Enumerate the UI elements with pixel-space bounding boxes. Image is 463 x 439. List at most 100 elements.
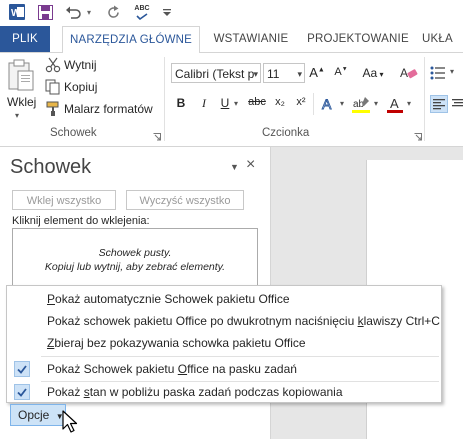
save-icon[interactable]	[36, 4, 54, 20]
font-size-value: 11	[267, 67, 280, 81]
font-group-label: Czcionka	[262, 127, 310, 139]
subscript-button[interactable]: x₂	[272, 96, 288, 108]
menu-item-label: Pokaż automatycznie Schowek pakietu Offi…	[47, 288, 290, 310]
format-painter-button[interactable]: Malarz formatów	[64, 102, 153, 116]
menu-hotkey: P	[47, 292, 56, 306]
font-name-value: Calibri (Tekst p	[175, 67, 255, 81]
shrink-font-glyph: A	[334, 66, 342, 78]
bullets-dropdown-icon[interactable]: ▾	[450, 67, 454, 76]
bold-button[interactable]: B	[173, 96, 189, 110]
menu-text: Pokaż Schowek pakietu	[47, 362, 178, 376]
font-color-dropdown-icon[interactable]: ▾	[407, 99, 411, 108]
menu-text: tan w pobliżu paska zadań podczas kopiow…	[89, 385, 343, 399]
svg-text:W: W	[11, 8, 21, 19]
copy-icon[interactable]	[45, 79, 61, 95]
options-menu: Pokaż automatycznie Schowek pakietu Offi…	[6, 285, 442, 403]
menu-text: lawiszy Ctrl+C	[363, 314, 440, 328]
menu-item-collect-without-showing[interactable]: Zbieraj bez pokazywania schowka pakietu …	[7, 332, 441, 354]
customize-qat-icon[interactable]	[160, 4, 174, 20]
menu-text: okaż automatycznie Schowek pakietu Offic…	[55, 292, 290, 306]
paste-icon[interactable]	[6, 59, 40, 95]
ribbon-tabs: PLIK NARZĘDZIA GŁÓWNE WSTAWIANIE PROJEKT…	[0, 26, 463, 54]
menu-text: Pokaż	[47, 385, 84, 399]
grow-font-glyph: A	[309, 65, 318, 80]
menu-item-label: Zbieraj bez pokazywania schowka pakietu …	[47, 332, 306, 354]
pane-menu-icon[interactable]: ▼	[230, 162, 239, 172]
empty-message-line2: Kopiuj lub wytnij, aby zebrać elementy.	[44, 261, 226, 273]
font-name-dropdown-icon[interactable]: ▾	[253, 64, 258, 82]
grow-font-icon[interactable]: A▲	[309, 65, 325, 80]
font-size-combo[interactable]: 11 ▾	[263, 63, 305, 83]
font-color-icon[interactable]: A	[387, 95, 405, 115]
font-name-combo[interactable]: Calibri (Tekst p ▾	[171, 63, 261, 83]
menu-item-show-on-taskbar[interactable]: Pokaż Schowek pakietu Office na pasku za…	[7, 358, 441, 380]
menu-item-label: Pokaż Schowek pakietu Office na pasku za…	[47, 358, 297, 380]
spelling-check-icon[interactable]: ABC	[132, 4, 152, 20]
quick-access-toolbar: W ▾ ABC	[0, 0, 463, 26]
menu-item-show-on-ctrl-c[interactable]: Pokaż schowek pakietu Office po dwukrotn…	[7, 310, 441, 332]
shrink-font-icon[interactable]: A▼	[333, 66, 349, 78]
clipboard-group-label: Schowek	[50, 127, 97, 139]
font-size-dropdown-icon[interactable]: ▾	[297, 64, 302, 82]
menu-text: ffice na pasku zadań	[187, 362, 297, 376]
font-launcher-icon[interactable]	[414, 130, 422, 141]
menu-item-show-status-near-taskbar[interactable]: Pokaż stan w pobliżu paska zadań podczas…	[7, 381, 441, 403]
tab-file[interactable]: PLIK	[0, 26, 50, 52]
mouse-cursor-icon	[62, 410, 80, 436]
format-painter-icon[interactable]	[45, 101, 61, 117]
highlight-icon[interactable]: ab	[352, 95, 372, 115]
underline-button[interactable]: U	[217, 96, 233, 110]
ribbon-separator	[313, 93, 314, 115]
checkmark-icon	[14, 384, 30, 400]
undo-dropdown-icon[interactable]: ▾	[84, 4, 94, 20]
bullets-icon[interactable]	[430, 65, 446, 81]
svg-text:A: A	[390, 96, 399, 111]
change-case-glyph: Aa	[362, 66, 378, 80]
redo-icon[interactable]	[104, 4, 122, 20]
align-center-icon[interactable]	[452, 96, 463, 112]
paste-dropdown-icon[interactable]: ▾	[15, 111, 19, 120]
paste-button-label[interactable]: Wklej	[7, 95, 36, 109]
clear-formatting-icon[interactable]: A	[400, 65, 418, 81]
cut-button[interactable]: Wytnij	[64, 58, 97, 72]
tab-insert[interactable]: WSTAWIANIE	[206, 26, 296, 52]
empty-message-line1: Schowek pusty.	[98, 247, 172, 259]
ribbon-separator	[424, 57, 425, 141]
menu-item-label: Pokaż schowek pakietu Office po dwukrotn…	[47, 310, 440, 332]
change-case-icon[interactable]: Aa ▾	[360, 66, 386, 80]
italic-button[interactable]: I	[196, 96, 212, 111]
menu-item-label: Pokaż stan w pobliżu paska zadań podczas…	[47, 381, 343, 403]
menu-text: bieraj bez pokazywania schowka pakietu O…	[54, 336, 306, 350]
superscript-button[interactable]: x²	[293, 96, 309, 108]
tab-home[interactable]: NARZĘDZIA GŁÓWNE	[62, 26, 200, 54]
options-button[interactable]: Opcje ▼	[10, 404, 66, 426]
clear-all-button[interactable]: Wyczyść wszystko	[126, 190, 244, 210]
cut-icon[interactable]	[45, 57, 61, 73]
menu-item-auto-show[interactable]: Pokaż automatycznie Schowek pakietu Offi…	[7, 288, 441, 310]
text-effects-dropdown-icon[interactable]: ▾	[340, 99, 344, 108]
spelling-label: ABC	[134, 4, 150, 12]
paste-instruction: Kliknij element do wklejenia:	[12, 215, 150, 227]
clipboard-items-list: Schowek pusty. Kopiuj lub wytnij, aby ze…	[12, 228, 258, 288]
tab-layout[interactable]: UKŁA	[422, 26, 463, 52]
menu-separator	[41, 356, 439, 357]
menu-hotkey: O	[177, 362, 188, 376]
menu-text: Pokaż schowek pakietu Office po dwukrotn…	[47, 314, 358, 328]
svg-text:A: A	[400, 66, 408, 80]
undo-icon[interactable]	[64, 4, 82, 20]
checkmark-icon	[14, 361, 30, 377]
underline-dropdown-icon[interactable]: ▾	[234, 99, 238, 108]
text-effects-icon[interactable]: A	[320, 95, 340, 113]
word-icon[interactable]: W	[8, 4, 26, 20]
tab-design[interactable]: PROJEKTOWANIE	[304, 26, 412, 52]
ribbon: Wklej ▾ Wytnij Kopiuj Malarz formatów Sc…	[0, 53, 463, 147]
strikethrough-button[interactable]: abc	[246, 96, 268, 108]
paste-all-button[interactable]: Wklej wszystko	[12, 190, 116, 210]
copy-button[interactable]: Kopiuj	[64, 80, 97, 94]
align-left-icon[interactable]	[430, 95, 448, 113]
clipboard-launcher-icon[interactable]	[153, 130, 161, 141]
svg-text:A: A	[322, 96, 332, 112]
options-button-label: Opcje	[18, 408, 50, 422]
close-icon[interactable]: ×	[246, 156, 255, 174]
highlight-dropdown-icon[interactable]: ▾	[374, 99, 378, 108]
